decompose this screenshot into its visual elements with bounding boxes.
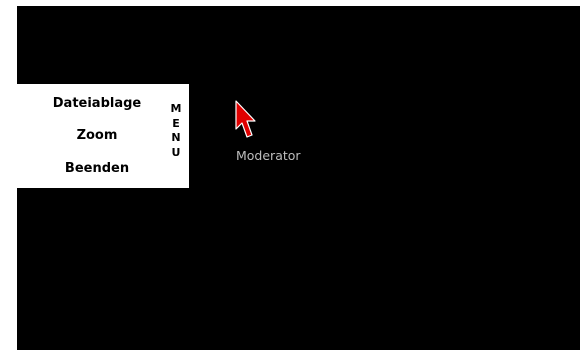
menu-toggle[interactable]: M E N U <box>169 102 183 160</box>
menu-toggle-letter-n: N <box>171 131 181 144</box>
menu-toggle-letter-m: M <box>170 102 182 115</box>
arrow-pointer-icon <box>235 100 256 138</box>
menu-item-dateiablage[interactable]: Dateiablage <box>17 96 177 111</box>
menu-item-beenden[interactable]: Beenden <box>17 161 177 176</box>
side-menu: Dateiablage Zoom Beenden M E N U <box>17 84 189 188</box>
cursor-owner-label: Moderator <box>236 148 301 163</box>
menu-toggle-letter-e: E <box>172 116 180 130</box>
menu-item-zoom[interactable]: Zoom <box>17 128 177 143</box>
menu-toggle-letter-u: U <box>171 145 181 159</box>
